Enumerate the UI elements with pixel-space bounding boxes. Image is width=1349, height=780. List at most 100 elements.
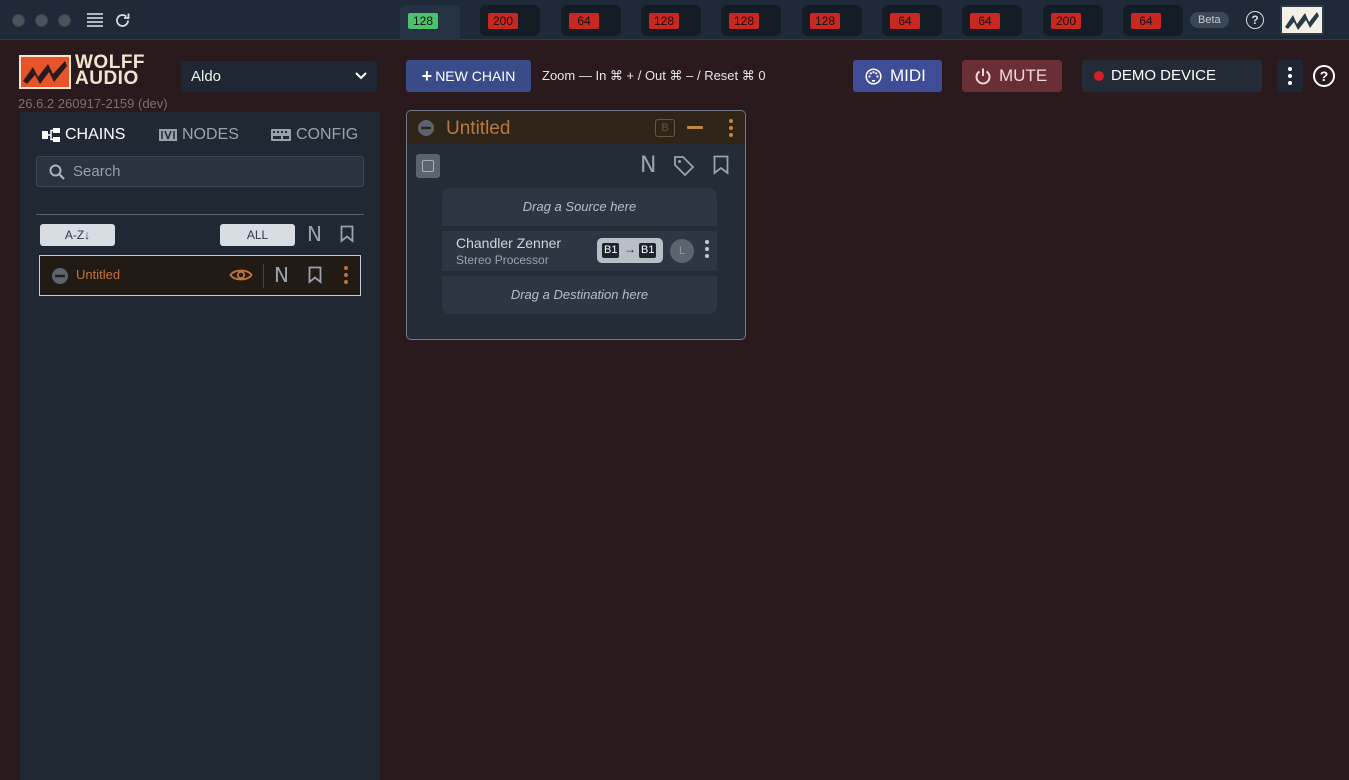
window-close-button[interactable] [12,14,25,27]
beta-badge: Beta [1190,12,1229,28]
help-button[interactable]: ? [1246,11,1264,29]
divider [263,264,264,288]
buffer-size-badge: 64 [890,13,920,29]
buffer-slot-7[interactable]: 64 [882,5,942,36]
kebab-menu-icon[interactable] [729,119,733,137]
route-output-chip: B1 [639,243,657,258]
tag-icon[interactable] [673,155,695,177]
new-chain-label: NEW CHAIN [435,68,516,84]
bypass-chip[interactable]: B [655,119,675,137]
arrow-right-icon: → [624,242,636,256]
new-chain-button[interactable]: + NEW CHAIN [406,60,531,92]
buffer-size-badge: 64 [1131,13,1161,29]
node-type: Stereo Processor [456,253,549,267]
kebab-menu-icon [1277,60,1303,92]
bookmark-icon [340,225,354,243]
device-select-value: Aldo [191,68,222,85]
bookmark-icon[interactable] [713,155,729,175]
buffer-size-badge: 128 [408,13,438,29]
buffer-slot-10[interactable]: 64 [1123,5,1183,36]
bookmark-filter-button[interactable] [340,225,354,248]
sort-az-button[interactable]: A-Z↓ [40,224,115,246]
eye-icon[interactable] [229,267,253,283]
chain-title[interactable]: Untitled [446,118,510,140]
buffer-slot-4[interactable]: 128 [641,5,701,36]
destination-drop-zone[interactable]: Drag a Destination here [442,276,717,314]
tab-nodes-label: NODES [182,126,239,143]
tab-config[interactable]: CONFIG [271,126,358,144]
native-icon[interactable]: N [640,153,656,178]
square-icon [422,160,434,172]
title-bar: 128 200 64 128 128 128 64 64 200 64 Beta… [0,0,1349,40]
wolff-logo-button[interactable] [1280,5,1324,35]
select-toggle-button[interactable] [416,154,440,178]
more-options-button[interactable] [1277,60,1303,92]
minimize-icon[interactable] [687,126,703,129]
brand-name-line2: AUDIO [75,68,139,89]
divider [36,214,364,215]
buffer-slot-5[interactable]: 128 [721,5,781,36]
zoom-shortcut-hint: Zoom — In ⌘ + / Out ⌘ – / Reset ⌘ 0 [542,68,766,83]
bookmark-icon[interactable] [308,266,322,284]
native-icon[interactable]: N [274,263,289,287]
tab-nodes[interactable]: NODES [159,126,239,144]
wolff-logo-icon [1285,12,1319,30]
chain-list-item[interactable]: Untitled N [39,255,361,296]
buffer-slot-8[interactable]: 64 [962,5,1022,36]
sidebar: CHAINS NODES CONFIG A-Z↓ ALL N [20,112,380,780]
kebab-menu-icon[interactable] [344,266,348,284]
record-dot-icon [1094,71,1104,81]
window-zoom-button[interactable] [58,14,71,27]
buffer-size-badge: 128 [810,13,840,29]
buffer-slot-1[interactable]: 128 [400,5,460,40]
route-input-chip: B1 [602,243,620,258]
tab-config-label: CONFIG [296,126,359,143]
chain-name: Untitled [76,267,121,282]
mute-label: MUTE [999,66,1048,85]
help-icon[interactable]: ? [1313,65,1335,87]
config-icon [271,129,291,141]
tab-chains-label: CHAINS [65,126,126,143]
chain-card: Untitled B N Drag a Source here Chandler… [406,110,746,340]
filter-all-button[interactable]: ALL [220,224,295,246]
buffer-slot-6[interactable]: 128 [802,5,862,36]
brand-logo: WOLFF AUDIO [19,53,165,89]
device-select[interactable]: Aldo [181,61,377,92]
midi-button[interactable]: MIDI [853,60,942,92]
window-minimize-button[interactable] [35,14,48,27]
buffer-slot-2[interactable]: 200 [480,5,540,36]
kebab-menu-icon[interactable] [705,240,709,258]
chain-disabled-icon[interactable] [51,267,69,285]
wolff-audio-logo-icon [19,55,71,89]
search-input[interactable] [73,157,353,186]
node-name: Chandler Zenner [456,235,562,251]
version-label: 26.6.2 260917-2159 (dev) [18,96,168,111]
link-badge[interactable]: L [670,239,694,263]
midi-port-icon [865,68,882,85]
hamburger-menu-icon[interactable] [86,11,104,29]
chain-card-header[interactable]: Untitled B [407,111,745,144]
buffer-slot-9[interactable]: 200 [1043,5,1103,36]
buffer-size-badge: 64 [970,13,1000,29]
node-row[interactable]: Chandler Zenner Stereo Processor B1 → B1… [442,231,717,271]
buffer-size-badge: 200 [1051,13,1081,29]
plus-icon: + [421,66,433,86]
chain-disabled-icon[interactable] [417,119,435,137]
chains-icon [42,128,60,142]
buffer-size-badge: 64 [569,13,599,29]
refresh-icon[interactable] [113,11,131,29]
native-filter-icon[interactable]: N [307,222,322,246]
routing-button[interactable]: B1 → B1 [597,238,663,263]
tab-chains[interactable]: CHAINS [42,126,125,144]
demo-device-button[interactable]: DEMO DEVICE [1082,60,1262,92]
buffer-slot-3[interactable]: 64 [561,5,621,36]
source-drop-zone[interactable]: Drag a Source here [442,188,717,226]
nodes-icon [159,129,177,141]
search-icon [49,164,65,180]
help-icon: ? [1246,11,1264,29]
buffer-size-badge: 128 [649,13,679,29]
mute-button[interactable]: MUTE [962,60,1062,92]
search-field[interactable] [36,156,364,187]
buffer-size-badge: 200 [488,13,518,29]
buffer-size-badge: 128 [729,13,759,29]
